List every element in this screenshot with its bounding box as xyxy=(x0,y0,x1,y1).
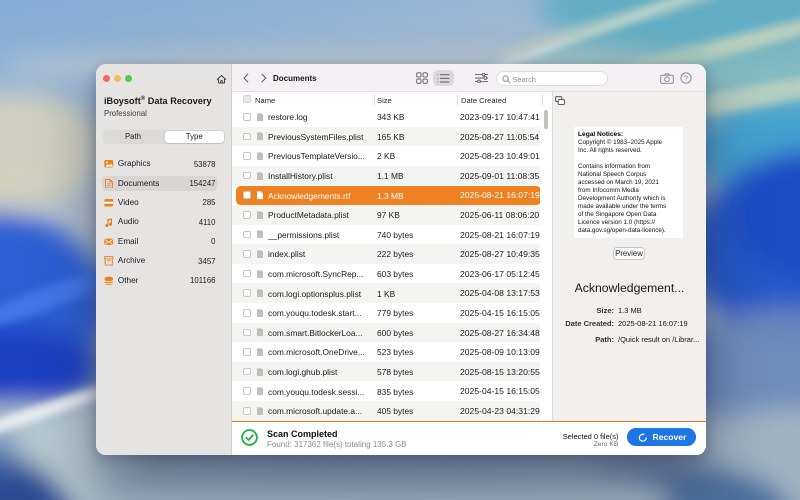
svg-text:?: ? xyxy=(684,73,688,82)
